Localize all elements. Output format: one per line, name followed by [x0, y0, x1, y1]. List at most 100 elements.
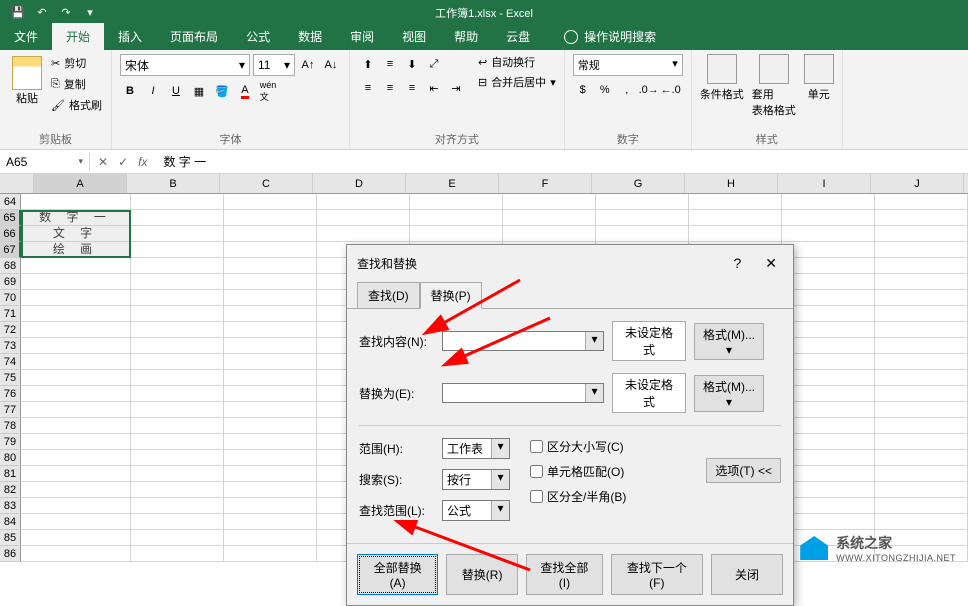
cell[interactable] [875, 514, 968, 530]
cell[interactable] [782, 386, 875, 402]
cell[interactable] [596, 210, 689, 226]
cell[interactable] [21, 530, 131, 546]
cell[interactable] [689, 210, 782, 226]
row-header[interactable]: 72 [0, 322, 21, 338]
replace-dropdown-icon[interactable]: ▾ [585, 384, 603, 402]
find-dropdown-icon[interactable]: ▾ [585, 332, 603, 350]
cell[interactable] [131, 370, 224, 386]
col-header-c[interactable]: C [220, 174, 313, 193]
align-bottom-button[interactable]: ⬇ [402, 54, 422, 74]
row-header[interactable]: 82 [0, 482, 21, 498]
cell[interactable] [875, 322, 968, 338]
cell[interactable] [875, 306, 968, 322]
cell[interactable] [782, 194, 875, 210]
accounting-format-button[interactable]: $ [573, 80, 593, 100]
cell[interactable] [224, 210, 317, 226]
cell[interactable] [21, 274, 131, 290]
cell[interactable] [317, 226, 410, 242]
cell[interactable] [131, 274, 224, 290]
cell[interactable] [875, 194, 968, 210]
tab-data[interactable]: 数据 [284, 23, 336, 50]
row-header[interactable]: 71 [0, 306, 21, 322]
cell[interactable] [224, 482, 317, 498]
cell[interactable] [782, 226, 875, 242]
cell[interactable] [131, 210, 224, 226]
cell[interactable] [21, 322, 131, 338]
col-header-d[interactable]: D [313, 174, 406, 193]
cell[interactable] [875, 338, 968, 354]
phonetic-button[interactable]: wén文 [258, 80, 278, 102]
tell-me-search[interactable]: 操作说明搜索 [559, 23, 661, 50]
tab-cloud[interactable]: 云盘 [492, 23, 544, 50]
cell[interactable] [131, 514, 224, 530]
cell[interactable] [224, 546, 317, 562]
row-header[interactable]: 79 [0, 434, 21, 450]
wrap-text-button[interactable]: ↩自动换行 [478, 54, 556, 70]
format-as-table-button[interactable]: 套用 表格格式 [752, 54, 796, 118]
cell[interactable] [782, 434, 875, 450]
tab-file[interactable]: 文件 [0, 23, 52, 50]
tab-home[interactable]: 开始 [52, 23, 104, 50]
cell[interactable] [224, 498, 317, 514]
paste-button[interactable]: 粘贴 [8, 54, 46, 114]
tab-replace[interactable]: 替换(P) [420, 282, 482, 309]
cell[interactable] [224, 370, 317, 386]
cut-button[interactable]: ✂剪切 [50, 54, 103, 72]
decrease-decimal-button[interactable]: ←.0 [661, 80, 681, 100]
cell[interactable] [131, 322, 224, 338]
cell[interactable] [503, 194, 596, 210]
cell[interactable] [131, 546, 224, 562]
increase-indent-button[interactable]: ⇥ [446, 78, 466, 98]
search-combo[interactable]: 按行▾ [442, 469, 510, 490]
select-all-button[interactable] [0, 174, 34, 193]
format-painter-button[interactable]: 🖌格式刷 [50, 96, 103, 114]
cell[interactable] [224, 418, 317, 434]
cell[interactable] [131, 290, 224, 306]
cell[interactable] [224, 450, 317, 466]
cell[interactable] [131, 194, 224, 210]
orientation-button[interactable]: ⤢ [424, 54, 444, 74]
cell[interactable] [21, 258, 131, 274]
underline-button[interactable]: U [166, 80, 186, 102]
font-name-combo[interactable]: 宋体▾ [120, 54, 250, 76]
cell[interactable] [21, 546, 131, 562]
cell[interactable] [131, 434, 224, 450]
cell[interactable] [131, 338, 224, 354]
increase-decimal-button[interactable]: .0→ [639, 80, 659, 100]
cell[interactable] [875, 370, 968, 386]
cell[interactable] [782, 338, 875, 354]
cell[interactable] [875, 210, 968, 226]
cell[interactable] [131, 498, 224, 514]
row-header[interactable]: 75 [0, 370, 21, 386]
cell[interactable] [782, 322, 875, 338]
align-middle-button[interactable]: ≡ [380, 54, 400, 74]
cell[interactable] [875, 450, 968, 466]
cell[interactable] [875, 498, 968, 514]
cell[interactable] [21, 290, 131, 306]
bold-button[interactable]: B [120, 80, 140, 102]
align-center-button[interactable]: ≡ [380, 78, 400, 98]
cell[interactable] [131, 482, 224, 498]
find-format-button[interactable]: 格式(M)... ▾ [694, 323, 764, 360]
col-header-h[interactable]: H [685, 174, 778, 193]
cell[interactable] [224, 402, 317, 418]
cell[interactable] [875, 418, 968, 434]
cell[interactable]: 绘 画 [21, 242, 131, 258]
copy-button[interactable]: ⎘复制 [50, 75, 103, 93]
cell[interactable] [131, 258, 224, 274]
col-header-e[interactable]: E [406, 174, 499, 193]
row-header[interactable]: 73 [0, 338, 21, 354]
row-header[interactable]: 84 [0, 514, 21, 530]
cell[interactable] [224, 434, 317, 450]
cell[interactable] [875, 434, 968, 450]
cell[interactable] [689, 226, 782, 242]
cell[interactable] [782, 210, 875, 226]
comma-button[interactable]: , [617, 80, 637, 100]
tab-find[interactable]: 查找(D) [357, 282, 420, 309]
match-entire-cell-checkbox[interactable]: 单元格匹配(O) [530, 463, 626, 480]
cell[interactable] [782, 274, 875, 290]
cell[interactable] [21, 450, 131, 466]
cell[interactable] [131, 530, 224, 546]
col-header-g[interactable]: G [592, 174, 685, 193]
col-header-a[interactable]: A [34, 174, 127, 193]
